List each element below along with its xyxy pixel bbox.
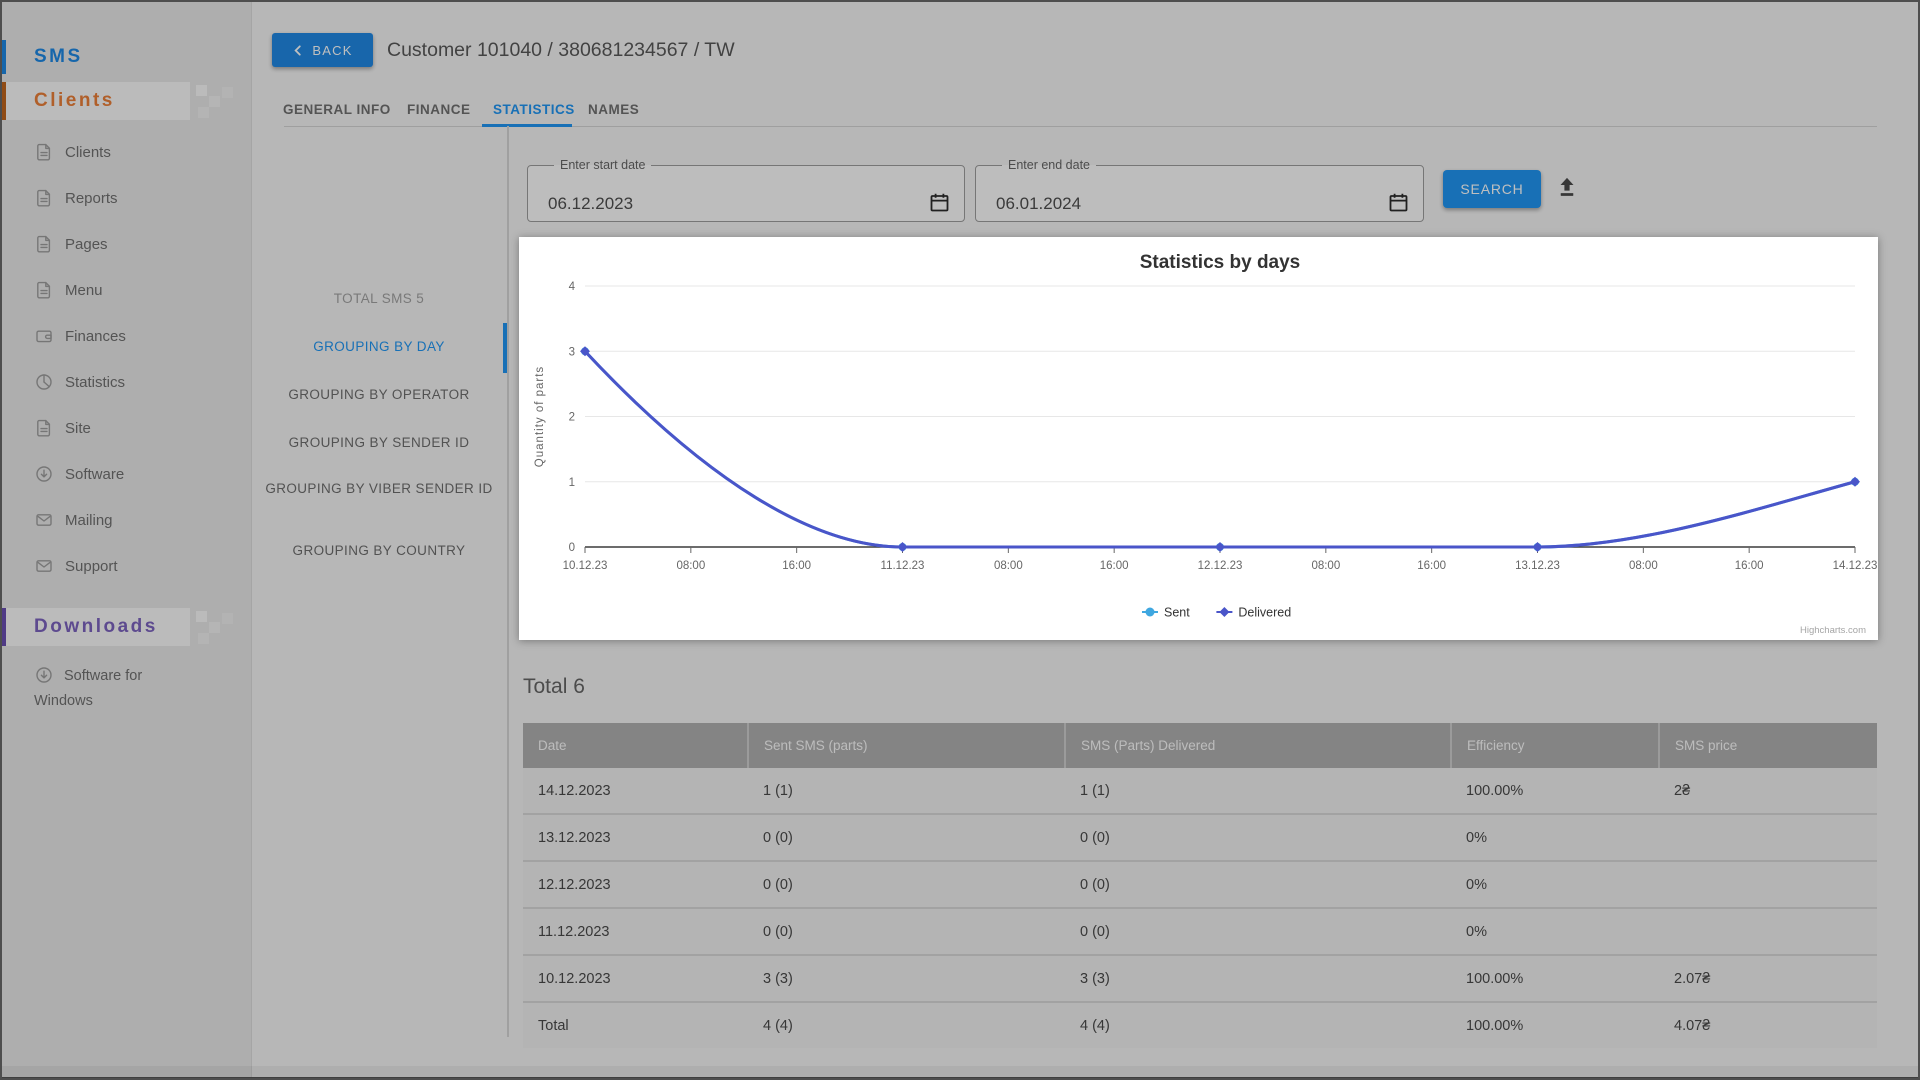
marker-delivered	[1215, 542, 1225, 552]
x-tick-label: 08:00	[676, 560, 705, 572]
marker-delivered	[1850, 477, 1860, 487]
y-tick-label: 2	[569, 412, 575, 424]
marker-delivered	[1533, 542, 1543, 552]
x-tick-label: 16:00	[1417, 560, 1446, 572]
legend-label-delivered: Delivered	[1238, 606, 1291, 620]
x-tick-label: 11.12.23	[881, 560, 925, 572]
app-window: SMS Clients ClientsReportsPagesMenuFinan…	[0, 0, 1920, 1080]
statistics-chart: Statistics by days 0 1 2 3 4 Quantity of parts…	[519, 237, 1878, 640]
y-tick-label: 0	[569, 542, 575, 554]
legend-marker-delivered	[1219, 607, 1229, 617]
x-tick-label: 08:00	[1629, 560, 1658, 572]
y-tick-label: 3	[569, 346, 575, 358]
x-tick-label: 14.12.23	[1833, 560, 1878, 572]
series-line-sent	[585, 351, 1855, 547]
chart-credit: Highcharts.com	[1800, 625, 1866, 636]
x-tick-label: 08:00	[1311, 560, 1340, 572]
x-tick-label: 16:00	[1100, 560, 1129, 572]
y-axis-title: Quantity of parts	[534, 366, 546, 467]
x-tick-label: 16:00	[1735, 560, 1764, 572]
x-tick-label: 13.12.23	[1515, 560, 1560, 572]
legend-marker-sent	[1146, 608, 1155, 617]
legend-label-sent: Sent	[1164, 606, 1190, 620]
chart-title: Statistics by days	[1140, 252, 1301, 273]
marker-delivered	[898, 542, 908, 552]
y-tick-label: 4	[569, 281, 576, 293]
x-tick-label: 12.12.23	[1198, 560, 1243, 572]
x-tick-label: 16:00	[782, 560, 811, 572]
x-tick-label: 08:00	[994, 560, 1023, 572]
series-line-delivered	[585, 351, 1855, 547]
x-tick-label: 10.12.23	[563, 560, 608, 572]
y-tick-label: 1	[569, 477, 575, 489]
